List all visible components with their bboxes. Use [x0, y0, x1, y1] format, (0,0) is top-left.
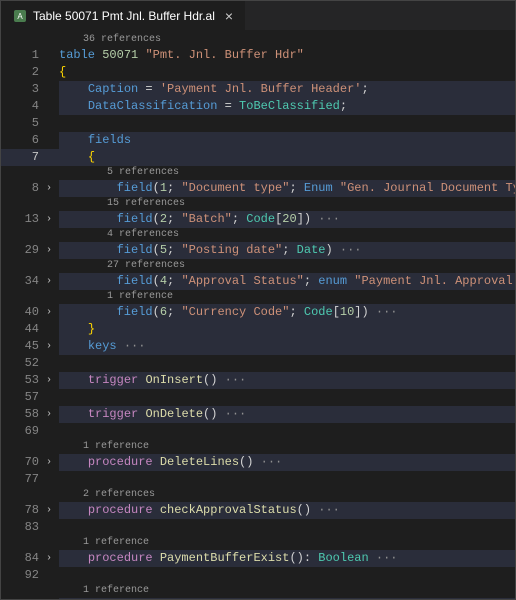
code-line[interactable]: field(6; "Currency Code"; Code[10]) ··· — [59, 304, 515, 321]
code-line[interactable]: table 50071 "Pmt. Jnl. Buffer Hdr" — [59, 47, 515, 64]
fold-icon[interactable]: › — [43, 304, 55, 321]
code-line[interactable]: field(5; "Posting date"; Date) ··· — [59, 242, 515, 259]
line-number: 84 — [11, 550, 39, 567]
code-line[interactable]: procedure InitInsert() ··· — [59, 598, 515, 599]
line-number: 53 — [11, 372, 39, 389]
codelens[interactable]: 1 reference — [59, 584, 515, 598]
codelens[interactable]: 2 references — [59, 488, 515, 502]
line-number: 29 — [11, 242, 39, 259]
code-line[interactable]: { — [59, 64, 515, 81]
code-line[interactable]: procedure PaymentBufferExist(): Boolean … — [59, 550, 515, 567]
fold-icon[interactable]: › — [43, 406, 55, 423]
fold-icon[interactable]: › — [43, 180, 55, 197]
code-line[interactable] — [59, 471, 515, 488]
codelens[interactable]: 5 references — [59, 166, 515, 180]
codelens[interactable]: 4 references — [59, 228, 515, 242]
line-number: 8 — [11, 180, 39, 197]
codelens[interactable]: 1 reference — [59, 536, 515, 550]
code-line[interactable] — [59, 115, 515, 132]
codelens[interactable]: 36 references — [59, 33, 515, 47]
codelens[interactable]: 27 references — [59, 259, 515, 273]
line-number: 7 — [11, 149, 39, 166]
fold-icon[interactable]: › — [43, 338, 55, 355]
code-line[interactable]: field(4; "Approval Status"; enum "Paymen… — [59, 273, 515, 290]
gutter: 1 2 3 4 5 6 7 8› 13› 29› 34› 40› 44 45› … — [1, 31, 59, 599]
fold-icon[interactable]: › — [43, 598, 55, 599]
fold-icon[interactable]: › — [43, 242, 55, 259]
fold-icon[interactable]: › — [43, 273, 55, 290]
code-line[interactable]: field(2; "Batch"; Code[20]) ··· — [59, 211, 515, 228]
line-number: 52 — [11, 355, 39, 372]
code-line[interactable] — [59, 389, 515, 406]
editor-tab[interactable]: A Table 50071 Pmt Jnl. Buffer Hdr.al × — [1, 1, 245, 30]
codelens[interactable]: 15 references — [59, 197, 515, 211]
al-file-icon: A — [13, 9, 27, 23]
line-number: 78 — [11, 502, 39, 519]
code-line[interactable]: { — [59, 149, 515, 166]
line-number: 13 — [11, 211, 39, 228]
close-icon[interactable]: × — [225, 8, 233, 24]
line-number: 6 — [11, 132, 39, 149]
code-line[interactable]: trigger OnInsert() ··· — [59, 372, 515, 389]
line-number: 83 — [11, 519, 39, 536]
line-number: 3 — [11, 81, 39, 98]
editor: 1 2 3 4 5 6 7 8› 13› 29› 34› 40› 44 45› … — [1, 31, 515, 599]
code-line[interactable]: procedure DeleteLines() ··· — [59, 454, 515, 471]
code-line[interactable]: keys ··· — [59, 338, 515, 355]
code-line[interactable]: trigger OnDelete() ··· — [59, 406, 515, 423]
code-area[interactable]: 36 references table 50071 "Pmt. Jnl. Buf… — [59, 31, 515, 599]
code-line[interactable]: DataClassification = ToBeClassified; — [59, 98, 515, 115]
fold-icon[interactable]: › — [43, 211, 55, 228]
code-line[interactable] — [59, 355, 515, 372]
fold-icon[interactable]: › — [43, 550, 55, 567]
line-number: 34 — [11, 273, 39, 290]
line-number: 44 — [11, 321, 39, 338]
line-number: 93 — [11, 598, 39, 599]
code-line[interactable]: } — [59, 321, 515, 338]
line-number: 57 — [11, 389, 39, 406]
line-number: 1 — [11, 47, 39, 64]
line-number: 69 — [11, 423, 39, 440]
svg-text:A: A — [17, 12, 23, 21]
line-number: 5 — [11, 115, 39, 132]
code-line[interactable]: Caption = 'Payment Jnl. Buffer Header'; — [59, 81, 515, 98]
code-line[interactable] — [59, 423, 515, 440]
code-line[interactable]: field(1; "Document type"; Enum "Gen. Jou… — [59, 180, 515, 197]
line-number: 45 — [11, 338, 39, 355]
code-line[interactable]: procedure checkApprovalStatus() ··· — [59, 502, 515, 519]
code-line[interactable] — [59, 519, 515, 536]
tab-bar: A Table 50071 Pmt Jnl. Buffer Hdr.al × — [1, 1, 515, 31]
codelens[interactable]: 1 reference — [59, 440, 515, 454]
line-number: 40 — [11, 304, 39, 321]
code-line[interactable] — [59, 567, 515, 584]
fold-icon[interactable]: › — [43, 502, 55, 519]
line-number: 92 — [11, 567, 39, 584]
tab-title: Table 50071 Pmt Jnl. Buffer Hdr.al — [33, 9, 215, 23]
line-number: 2 — [11, 64, 39, 81]
line-number: 4 — [11, 98, 39, 115]
code-line[interactable]: fields — [59, 132, 515, 149]
codelens[interactable]: 1 reference — [59, 290, 515, 304]
line-number: 70 — [11, 454, 39, 471]
fold-icon[interactable]: › — [43, 454, 55, 471]
line-number: 58 — [11, 406, 39, 423]
line-number: 77 — [11, 471, 39, 488]
fold-icon[interactable]: › — [43, 372, 55, 389]
